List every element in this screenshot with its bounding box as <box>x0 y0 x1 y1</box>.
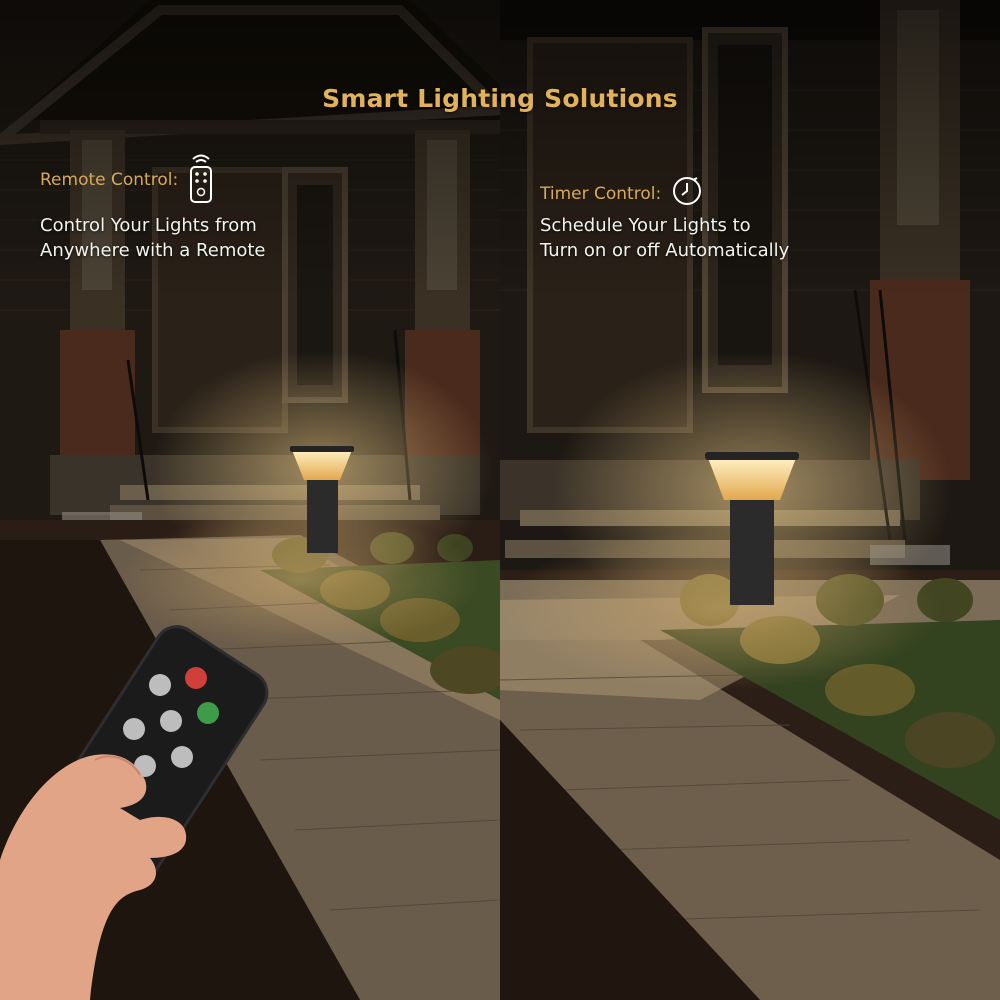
clock-icon <box>671 175 703 212</box>
remote-button <box>149 674 171 696</box>
remote-button <box>185 667 207 689</box>
remote-button <box>197 702 219 724</box>
timer-control-description: Schedule Your Lights to Turn on or off A… <box>540 213 789 263</box>
page-title: Smart Lighting Solutions <box>322 84 678 113</box>
timer-control-line-1: Schedule Your Lights to <box>540 215 751 236</box>
remote-control-label: Remote Control: <box>40 169 179 190</box>
timer-control-label: Timer Control: <box>540 183 662 204</box>
remote-control-line-2: Anywhere with a Remote <box>40 240 266 261</box>
remote-button <box>160 710 182 732</box>
product-banner: Smart Lighting Solutions Remote Control:… <box>0 0 1000 1000</box>
remote-button <box>123 718 145 740</box>
remote-control-line-1: Control Your Lights from <box>40 215 257 236</box>
remote-button <box>171 746 193 768</box>
remote-control-heading: Remote Control: <box>40 150 214 209</box>
remote-control-description: Control Your Lights from Anywhere with a… <box>40 213 266 263</box>
timer-control-line-2: Turn on or off Automatically <box>540 240 790 261</box>
timer-control-heading: Timer Control: <box>540 175 703 212</box>
remote-control-icon <box>188 150 214 209</box>
